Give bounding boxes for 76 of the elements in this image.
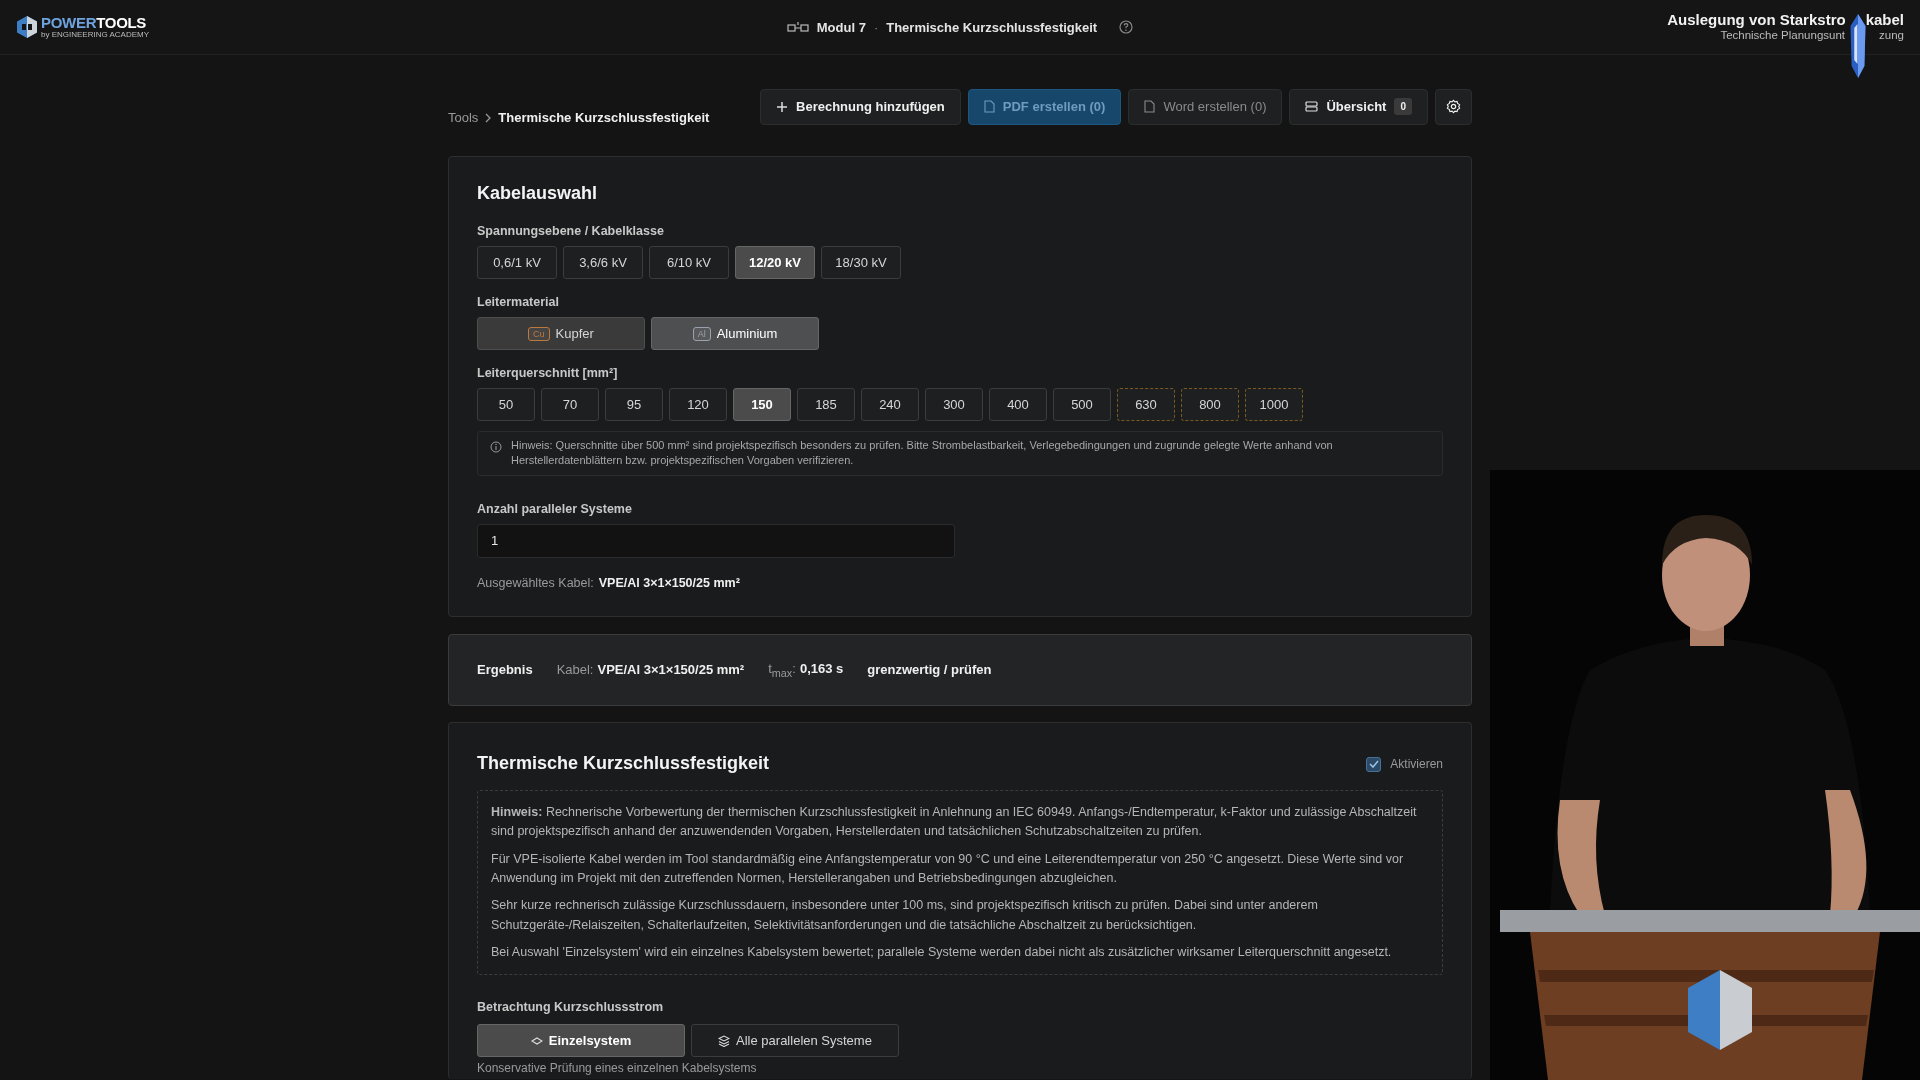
breadcrumb-link[interactable]: Tools [448,110,479,125]
course-subtitle: zung [1879,28,1904,42]
parallel-systems-field[interactable]: 1 [477,523,955,558]
crystal-icon [1850,14,1866,79]
result-status: grenzwertig / prüfen [867,662,992,678]
tmax-label: t$_{max}$: [768,661,796,679]
material-badge: Al [692,326,711,341]
cross-section-option[interactable]: 300 [925,388,983,421]
hint-paragraph: Bei Auswahl 'Einzelsystem' wird ein einzelnes Kabelsystem bewertet; parallele Systeme werden dabei nicht als zusätzlicher wirksamer Leiterquerschnitt angesetzt. [491,944,1393,962]
course-title: kabel [1865,12,1904,29]
connector-icon [786,21,809,33]
info-icon [490,441,502,453]
voltage-option[interactable]: 18/30 kV [821,246,901,279]
document-icon [983,100,995,113]
layer-icon [530,1036,543,1045]
voltage-option[interactable]: 0,6/1 kV [477,246,557,279]
document-icon [1144,100,1156,113]
result-title: Ergebnis [477,662,533,678]
cable-value: VPE/Al 3×1×150/25 mm² [597,662,745,678]
cross-section-option[interactable]: 95 [605,388,663,421]
hint-paragraph: Sehr kurze rechnerisch zulässige Kurzschlussdauern, insbesondere unter 100 ms, sind projektspezifisch kritisch zu prüfen. Dabei sind unter anderem Schutzgeräte-/Relaiszeiten, Schalterlaufzeiten, Selektivitätsanforderungen und die tatsächliche Abschaltzeit zu berücksichtigen. [491,897,1319,934]
mode-caption: Konservative Prüfung eines einzelnen Kabelsystems [477,1061,758,1076]
cross-section-option[interactable]: 800 [1181,388,1239,421]
cross-section-option[interactable]: 630 [1117,388,1175,421]
field-label: Spannungsebene / Kabelklasse [477,224,665,238]
module-label: Modul 7 [816,19,866,35]
mode-option[interactable]: Alle parallelen Systeme [691,1024,899,1058]
chevron-icon [484,112,493,123]
logo-text: POWERTOOLS [41,15,148,30]
field-label: Betrachtung Kurzschlussstrom [477,1000,665,1015]
selected-cable-value: VPE/Al 3×1×150/25 mm² [598,575,740,590]
page-title: Thermische Kurzschlussfestigkeit [886,19,1098,35]
activate-checkbox[interactable] [1366,756,1382,772]
field-label: Leitermaterial [477,295,560,309]
section-title: Kabelauswahl [477,183,599,204]
voltage-option[interactable]: 3,6/6 kV [563,246,643,279]
count-badge: 0 [1394,98,1412,115]
plus-icon [776,100,788,113]
note-text: Hinweis: Querschnitte über 500 mm² sind projektspezifisch besonders zu prüfen. Bitte Strombelastbarkeit, Verlegebedingungen und zugrunde gelegte Werte anhand von Herstellerdatenblättern bzw. projektspezifischen Vorgaben verifizieren. [511,438,1334,469]
cross-section-option[interactable]: 120 [669,388,727,421]
logo-tagline: by ENGINEERING ACADEMY [41,31,150,39]
material-badge: Cu [528,326,550,341]
separator-dot: · [873,19,879,35]
cross-section-option[interactable]: 185 [797,388,855,421]
hint-paragraph: Hinweis: Rechnerische Vorbewertung der thermischen Kurzschlussfestigkeit in Anlehnung an IEC 60949. Anfangs-/Endtemperatur, k-Faktor und zulässige Abschaltzeit sind projektspezifisch anhand der anzuwendenden Vorgaben, Herstellerdaten und tatsächlichen Schutzabschaltzeiten zu prüfen. [491,803,1418,841]
mode-option[interactable]: Einzelsystem [477,1024,685,1058]
cross-section-option[interactable]: 50 [477,388,535,421]
list-icon [1305,101,1319,112]
layers-icon [718,1034,731,1047]
selected-cable-label: Ausgewähltes Kabel: [477,575,594,590]
checkbox-label: Aktivieren [1390,757,1443,772]
breadcrumb-link[interactable]: Thermische Kurzschlussfestigkeit [498,110,710,125]
cable-label: Kabel: [556,662,594,678]
hint-paragraph: Für VPE-isolierte Kabel werden im Tool standardmäßig eine Anfangstemperatur von 90 °C und eine Leiterendtemperatur von 250 °C angesetzt. Diese Werte sind vor Anwendung im Projekt mit den zutreffenden Normen, Herstellerangaben und Betriebsbedingungen abzugleichen. [491,850,1405,887]
add-button[interactable]: Berechnung hinzufügen [760,88,961,125]
cross-section-option[interactable]: 400 [989,388,1047,421]
overview-button[interactable]: Übersicht 0 [1289,88,1428,125]
settings-button[interactable] [1435,88,1472,125]
course-subtitle: Technische Planungsunt [1720,28,1846,42]
cross-section-option[interactable]: 240 [861,388,919,421]
tmax-value: 0,163 s [799,661,844,678]
course-title: Auslegung von Starkstro [1667,12,1846,29]
settings-icon [1446,99,1461,114]
cross-section-option[interactable]: 150 [733,388,791,421]
cross-section-option[interactable]: 500 [1053,388,1111,421]
cross-section-option[interactable]: 1000 [1245,388,1303,421]
section-title: Thermische Kurzschlussfestigkeit [477,752,770,774]
help-icon[interactable] [1119,20,1134,34]
field-label: Anzahl paralleler Systeme [477,501,633,516]
material-option[interactable]: Al Aluminium [651,317,819,350]
field-label: Leiterquerschnitt [mm²] [477,366,619,380]
cross-section-option[interactable]: 70 [541,388,599,421]
material-option[interactable]: Cu Kupfer [477,317,645,350]
voltage-option[interactable]: 12/20 kV [735,246,815,279]
logo-icon [16,15,38,39]
voltage-option[interactable]: 6/10 kV [649,246,729,279]
